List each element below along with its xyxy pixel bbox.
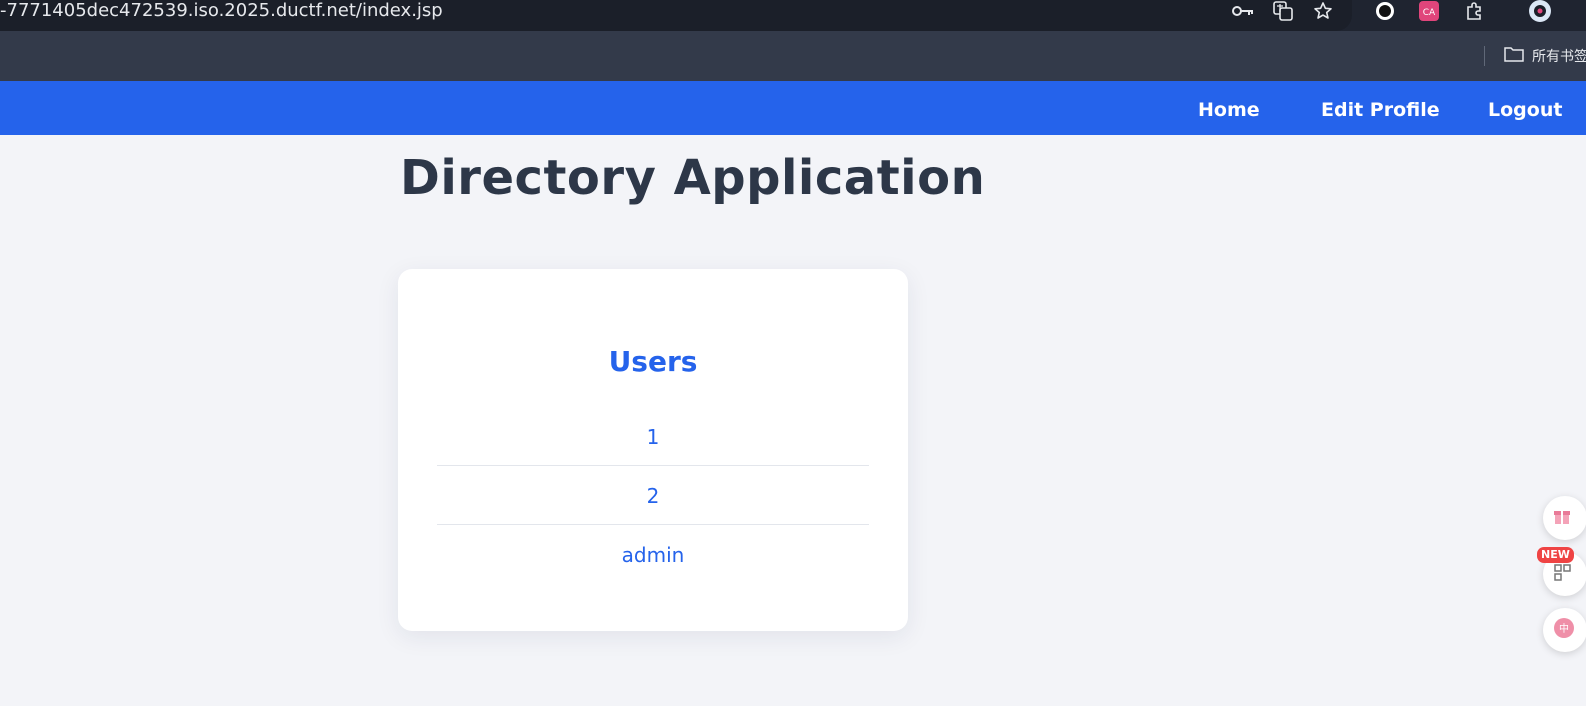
- folder-icon: [1504, 46, 1524, 66]
- bookmarks-divider: [1484, 46, 1485, 66]
- address-bar[interactable]: -7771405dec472539.iso.2025.ductf.net/ind…: [0, 0, 1352, 31]
- list-item: 1: [437, 407, 869, 466]
- all-bookmarks-folder[interactable]: 所有书签: [1504, 46, 1586, 66]
- user-list: 1 2 admin: [437, 407, 869, 583]
- new-badge: NEW: [1537, 547, 1574, 563]
- star-icon[interactable]: [1311, 0, 1335, 22]
- translate-widget-icon: 中: [1553, 617, 1575, 643]
- list-item: admin: [437, 525, 869, 583]
- translator-extension-icon[interactable]: CA: [1417, 0, 1441, 22]
- grid-icon: [1553, 563, 1571, 585]
- extensions-icon[interactable]: [1462, 0, 1486, 22]
- key-icon[interactable]: [1231, 0, 1255, 22]
- top-navbar: Home Edit Profile Logout: [0, 81, 1586, 135]
- page-title: Directory Application: [400, 150, 986, 206]
- profile-avatar-icon[interactable]: [1528, 0, 1552, 22]
- nav-logout-link[interactable]: Logout: [1488, 81, 1562, 135]
- users-card: Users 1 2 admin: [398, 269, 908, 631]
- svg-text:中: 中: [1559, 622, 1569, 635]
- translate-widget-button[interactable]: 中: [1543, 608, 1586, 652]
- user-link-admin[interactable]: admin: [622, 543, 685, 567]
- nav-home-link[interactable]: Home: [1198, 81, 1260, 135]
- record-extension-icon[interactable]: [1373, 0, 1397, 22]
- translate-icon[interactable]: [1271, 0, 1295, 22]
- bookmarks-bar: [0, 31, 1586, 81]
- gift-icon: [1553, 507, 1571, 529]
- nav-edit-profile-link[interactable]: Edit Profile: [1321, 81, 1440, 135]
- user-link-1[interactable]: 1: [647, 425, 660, 449]
- users-heading: Users: [608, 345, 698, 378]
- user-link-2[interactable]: 2: [647, 484, 660, 508]
- list-item: 2: [437, 466, 869, 525]
- bookmark-folder-label: 所有书签: [1532, 49, 1586, 65]
- svg-text:CA: CA: [1423, 8, 1436, 18]
- gift-widget-button[interactable]: [1543, 496, 1586, 540]
- url-text[interactable]: -7771405dec472539.iso.2025.ductf.net/ind…: [0, 0, 443, 22]
